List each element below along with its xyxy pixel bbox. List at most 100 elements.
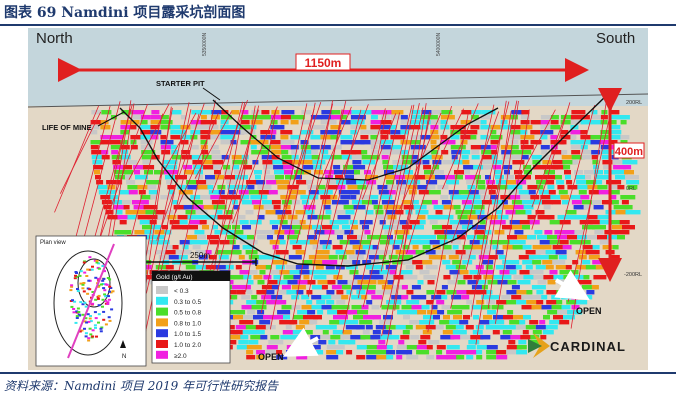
figure-source: 资料来源：Namdini 项目 2019 年可行性研究报告	[4, 379, 279, 393]
ore-block	[440, 195, 449, 200]
ore-block	[309, 240, 318, 245]
ore-block	[360, 135, 369, 140]
ore-block	[545, 265, 554, 270]
ore-block	[410, 335, 420, 340]
ore-block	[548, 190, 556, 195]
plan-block	[102, 277, 106, 280]
ore-block	[431, 295, 443, 300]
ore-block	[529, 270, 544, 275]
plan-block	[97, 313, 101, 316]
ore-block	[148, 190, 158, 195]
ore-block	[475, 210, 485, 215]
ore-block	[303, 165, 315, 170]
ore-block	[290, 195, 297, 200]
ore-block	[550, 135, 558, 140]
plan-block	[70, 305, 74, 308]
ore-block	[97, 185, 108, 190]
ore-block	[591, 200, 601, 205]
plan-block	[99, 330, 103, 333]
plan-block	[76, 288, 79, 290]
ore-block	[621, 200, 629, 205]
ore-block	[422, 160, 430, 165]
ore-block	[395, 210, 404, 215]
plan-block	[108, 278, 112, 281]
ore-block	[543, 205, 551, 210]
ore-block	[270, 140, 281, 145]
ore-block	[540, 145, 550, 150]
ore-block	[529, 320, 539, 325]
ore-block	[516, 345, 527, 350]
ore-block	[556, 180, 565, 185]
ore-block	[459, 320, 469, 325]
ore-block	[288, 255, 302, 260]
ore-block	[441, 295, 448, 300]
ore-block	[379, 220, 386, 225]
ore-block	[197, 235, 206, 240]
ore-block	[248, 190, 260, 195]
ore-block	[269, 270, 281, 275]
ore-block	[306, 345, 321, 350]
ore-block	[328, 255, 338, 260]
ore-block	[485, 325, 497, 330]
ore-block	[519, 320, 526, 325]
plan-block	[81, 287, 85, 290]
ore-block	[552, 260, 566, 265]
plan-block	[94, 276, 98, 279]
ore-block	[168, 255, 180, 260]
ore-block	[275, 265, 285, 270]
ore-block	[257, 310, 265, 315]
plan-block	[107, 298, 111, 301]
ore-block	[461, 295, 470, 300]
open-label-right: OPEN	[576, 306, 602, 316]
ore-block	[516, 300, 527, 305]
ore-block	[348, 190, 360, 195]
ore-block	[601, 150, 616, 155]
ore-block	[231, 155, 243, 160]
ore-block	[390, 135, 406, 140]
ore-block	[268, 190, 278, 195]
ore-block	[490, 195, 499, 200]
plan-block	[89, 315, 92, 317]
ore-block	[462, 160, 470, 165]
ore-block	[611, 200, 619, 205]
ore-block	[370, 135, 378, 140]
ore-block	[419, 220, 426, 225]
ore-block	[577, 215, 588, 220]
ore-block	[213, 165, 222, 170]
ore-block	[280, 115, 292, 120]
ore-block	[423, 165, 432, 170]
ore-block	[378, 255, 386, 260]
ore-block	[420, 335, 431, 340]
ore-block	[497, 215, 509, 220]
ore-block	[235, 265, 242, 270]
ore-block	[577, 280, 592, 285]
ore-block	[172, 245, 179, 250]
ore-block	[271, 200, 281, 205]
ore-block	[376, 350, 388, 355]
ore-block	[411, 285, 421, 290]
ore-block	[246, 290, 253, 295]
ore-block	[550, 125, 561, 130]
ore-block	[525, 210, 532, 215]
ore-block	[599, 240, 610, 245]
ore-block	[467, 215, 479, 220]
ore-block	[246, 355, 256, 360]
ore-block	[307, 215, 318, 220]
ore-block	[386, 350, 396, 355]
ore-block	[594, 230, 604, 235]
ore-block	[236, 290, 246, 295]
ore-block	[547, 280, 556, 285]
ore-block	[541, 295, 548, 300]
plan-block	[97, 267, 101, 270]
ore-block	[480, 335, 491, 340]
ore-block	[436, 300, 445, 305]
ore-block	[580, 145, 588, 150]
ore-block	[521, 155, 529, 160]
ore-block	[362, 330, 370, 335]
ore-block	[281, 285, 291, 290]
ore-block	[610, 130, 622, 135]
ore-block	[257, 185, 272, 190]
ore-block	[462, 260, 473, 265]
ore-block	[442, 160, 453, 165]
ore-block	[571, 150, 581, 155]
